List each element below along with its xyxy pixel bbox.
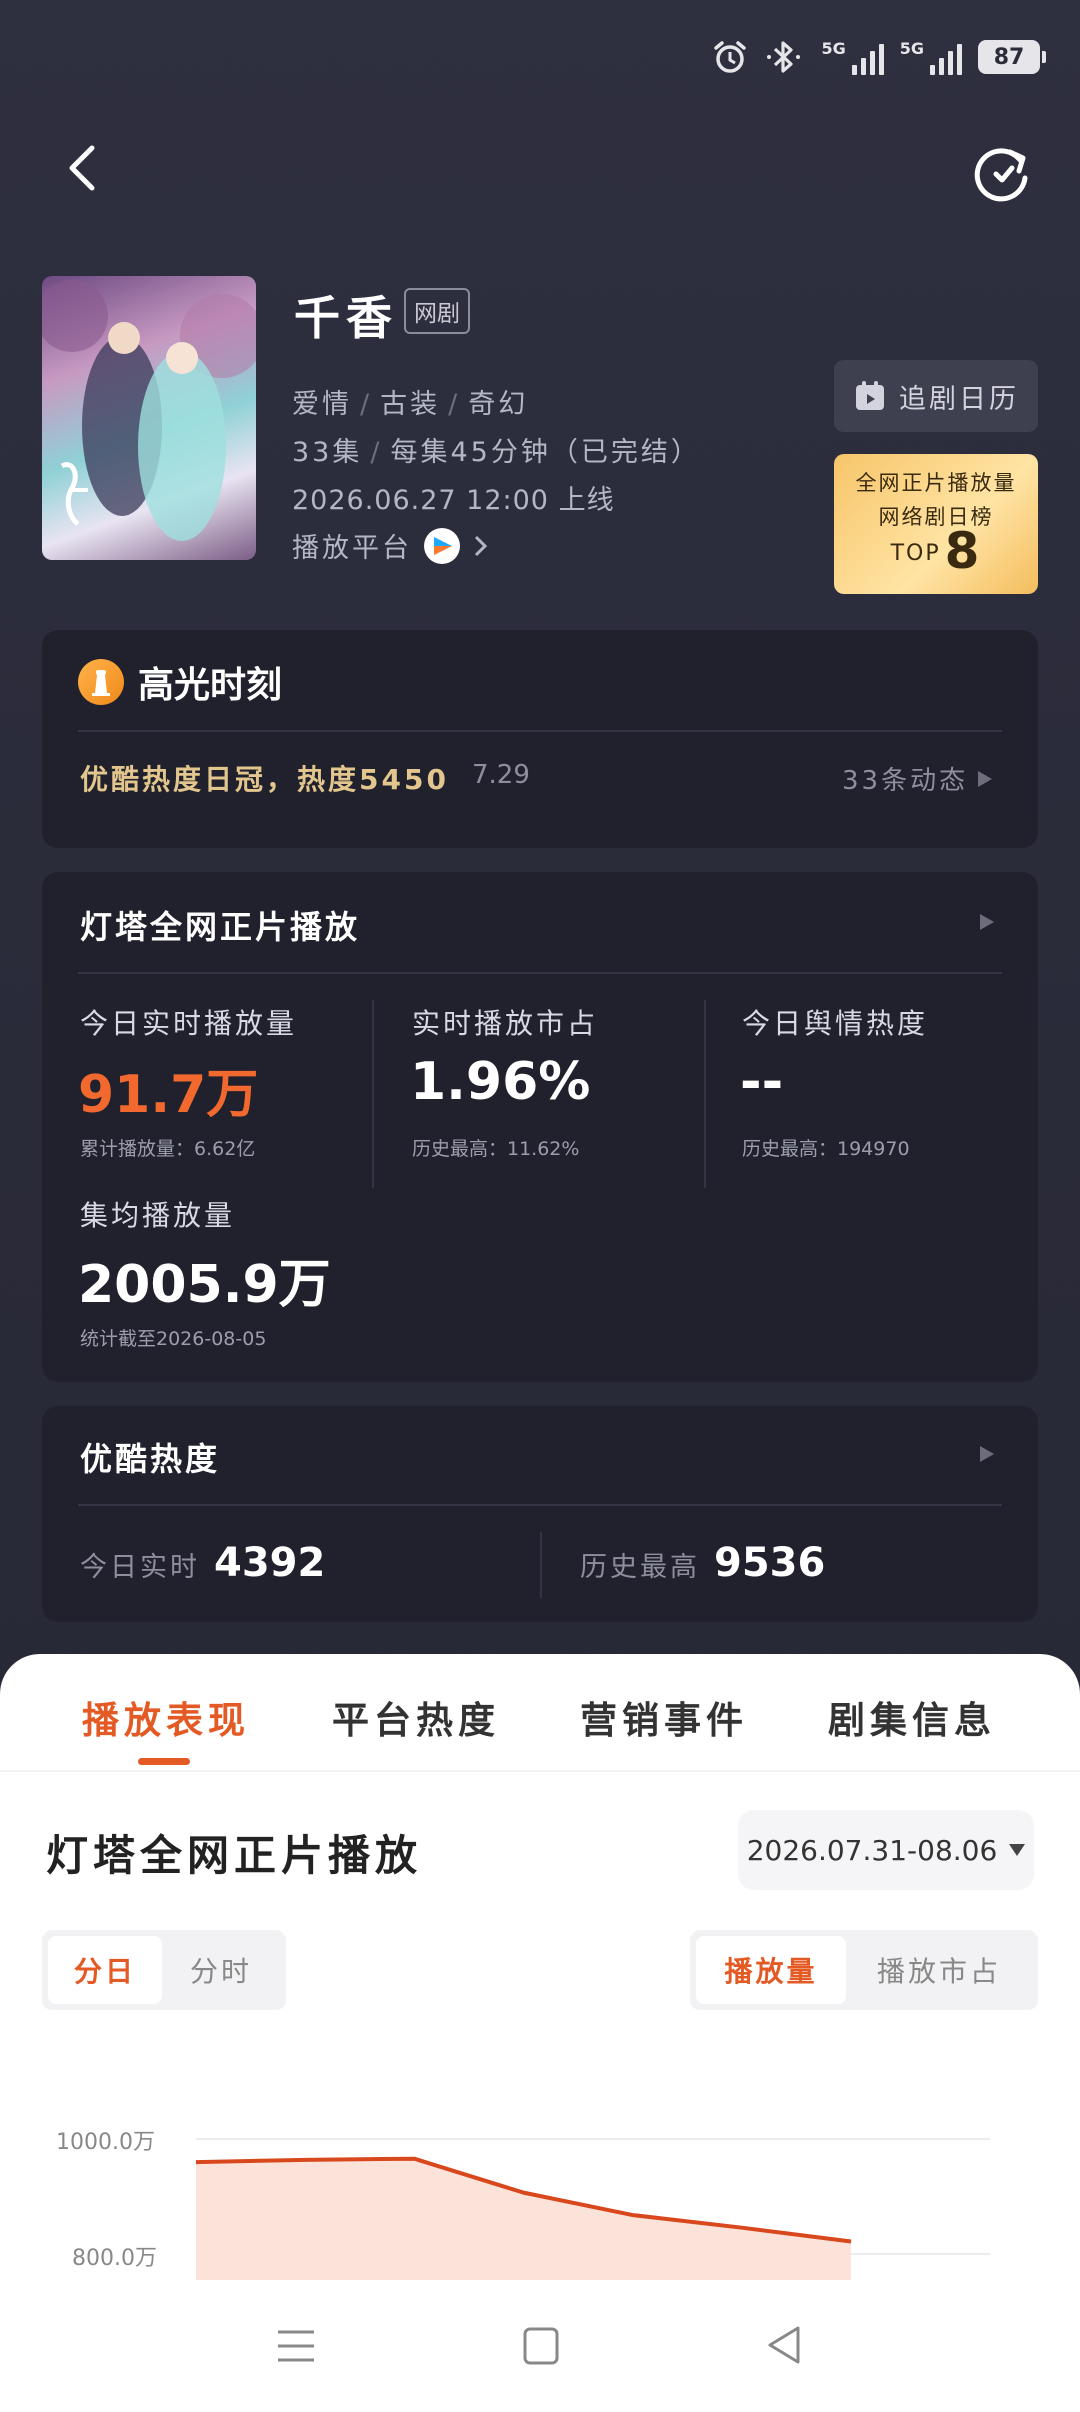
bluetooth-icon [765, 38, 805, 76]
drama-title: 千香 [294, 291, 398, 345]
menu-icon [278, 2330, 314, 2362]
chart-section-title: 灯塔全网正片播放 [46, 1831, 423, 1880]
lighthouse-title: 灯塔全网正片播放 [80, 908, 361, 946]
y-tick-label: 800.0万 [72, 2246, 157, 2271]
play-arrow-icon [978, 770, 993, 787]
heat-today-value: 4392 [214, 1540, 326, 1586]
back-button[interactable] [58, 140, 118, 200]
divider [540, 1532, 542, 1598]
status-bar: 5G 5G 87 [0, 0, 1080, 120]
metric-label: 今日实时播放量 [80, 1007, 298, 1040]
chevron-right-icon [474, 535, 488, 556]
youku-logo-icon [424, 527, 460, 564]
avg-value: 2005.9万 [78, 1255, 331, 1315]
granularity-hourly[interactable]: 分时 [162, 1936, 280, 2004]
drama-poster[interactable] [42, 276, 256, 560]
type-badge: 网剧 [404, 288, 470, 334]
date-range-select[interactable]: 2026.07.31-08.06 [738, 1810, 1034, 1890]
calendar-label: 追剧日历 [899, 383, 1019, 415]
episode-line: 33集 / 每集45分钟（已完结） [292, 437, 701, 468]
episode-count: 33集 [292, 437, 363, 468]
metric-plays[interactable]: 播放量 [696, 1936, 846, 2004]
highlight-title-text: 高光时刻 [138, 665, 283, 706]
y-tick-label: 1000.0万 [56, 2130, 155, 2155]
granularity-daily[interactable]: 分日 [48, 1936, 162, 2004]
tab-play-performance[interactable]: 播放表现 [82, 1690, 250, 1744]
rank-line-1: 全网正片播放量 [855, 471, 1017, 495]
avg-sub: 统计截至2026-08-05 [80, 1328, 267, 1350]
heat-history-value: 9536 [714, 1540, 826, 1586]
metric-label: 实时播放市占 [412, 1007, 599, 1040]
refresh-icon [974, 148, 1028, 202]
metric-toggle: 播放量 播放市占 [690, 1930, 1038, 2010]
platform-label: 播放平台 [292, 533, 412, 564]
top-value: 8 [944, 522, 982, 580]
date-range-value: 2026.07.31-08.06 [746, 1833, 998, 1867]
avg-label: 集均播放量 [80, 1199, 236, 1232]
genre-tag: 爱情 [292, 389, 352, 420]
divider [78, 1504, 1002, 1506]
youku-heat-title: 优酷热度 [80, 1440, 221, 1478]
battery-icon: 87 [978, 40, 1046, 74]
platform-link[interactable]: 播放平台 [292, 526, 490, 565]
series-area [196, 2158, 851, 2280]
metric-sub: 历史最高：194970 [742, 1138, 910, 1160]
divider [372, 1000, 374, 1188]
genre-tag: 奇幻 [468, 389, 529, 420]
menu-button[interactable] [276, 2326, 316, 2370]
metric-value-sentiment: -- [740, 1052, 784, 1112]
top-label: TOP [890, 541, 941, 566]
home-button[interactable] [522, 2326, 560, 2370]
refresh-button[interactable] [970, 140, 1034, 204]
caret-down-icon [1009, 1844, 1026, 1856]
dynamics-label: 33条动态 [842, 766, 969, 796]
signal-icon-1: 5G [821, 39, 884, 75]
heat-history: 历史最高 9536 [580, 1540, 825, 1586]
highlight-title: 高光时刻 [78, 656, 282, 708]
tab-indicator [138, 1758, 190, 1765]
alarm-icon [711, 38, 749, 76]
metric-sub: 累计播放量：6.62亿 [80, 1138, 256, 1160]
metric-share[interactable]: 播放市占 [846, 1936, 1032, 2004]
signal-icon-2: 5G [900, 39, 962, 75]
highlight-text: 优酷热度日冠，热度5450 [80, 763, 449, 796]
tab-marketing-events[interactable]: 营销事件 [580, 1690, 748, 1744]
tab-platform-heat[interactable]: 平台热度 [332, 1690, 500, 1744]
rank-line-2: 网络剧日榜 [878, 505, 994, 529]
triangle-back-icon [768, 2326, 800, 2364]
back-nav-button[interactable] [764, 2324, 804, 2370]
highlight-date: 7.29 [472, 760, 530, 790]
chevron-left-icon [69, 145, 95, 191]
rank-badge[interactable]: 全网正片播放量 网络剧日榜 TOP8 [834, 454, 1038, 594]
play-volume-chart [196, 2156, 852, 2280]
genre-tag: 古装 [380, 389, 441, 420]
square-home-icon [523, 2327, 559, 2365]
divider [78, 730, 1002, 732]
lighthouse-icon [78, 659, 124, 705]
rank-top: TOP8 [834, 526, 1038, 576]
divider [78, 972, 1002, 974]
calendar-icon [856, 381, 884, 410]
heat-history-label: 历史最高 [580, 1552, 700, 1583]
dynamics-link[interactable]: 33条动态 [842, 760, 993, 797]
release-date: 2026.06.27 12:00 上线 [292, 485, 615, 516]
tab-series-info[interactable]: 剧集信息 [828, 1690, 996, 1744]
metric-sub: 历史最高：11.62% [412, 1138, 580, 1160]
episode-duration: 每集45分钟（已完结） [390, 437, 701, 468]
drama-calendar-button[interactable]: 追剧日历 [834, 360, 1038, 432]
status-icons: 5G 5G 87 [711, 38, 1046, 76]
granularity-toggle: 分日 分时 [42, 1930, 286, 2010]
divider [0, 1770, 1080, 1772]
lighthouse-arrow-icon[interactable] [980, 914, 994, 930]
metric-value-today-plays: 91.7万 [78, 1065, 259, 1125]
heat-today: 今日实时 4392 [80, 1540, 325, 1586]
genre-line: 爱情 / 古装 / 奇幻 [292, 389, 529, 420]
divider [704, 1000, 706, 1188]
youku-heat-arrow-icon[interactable] [980, 1446, 994, 1462]
metric-label: 今日舆情热度 [742, 1007, 929, 1040]
metric-value-market-share: 1.96% [410, 1052, 591, 1112]
heat-today-label: 今日实时 [80, 1552, 200, 1583]
